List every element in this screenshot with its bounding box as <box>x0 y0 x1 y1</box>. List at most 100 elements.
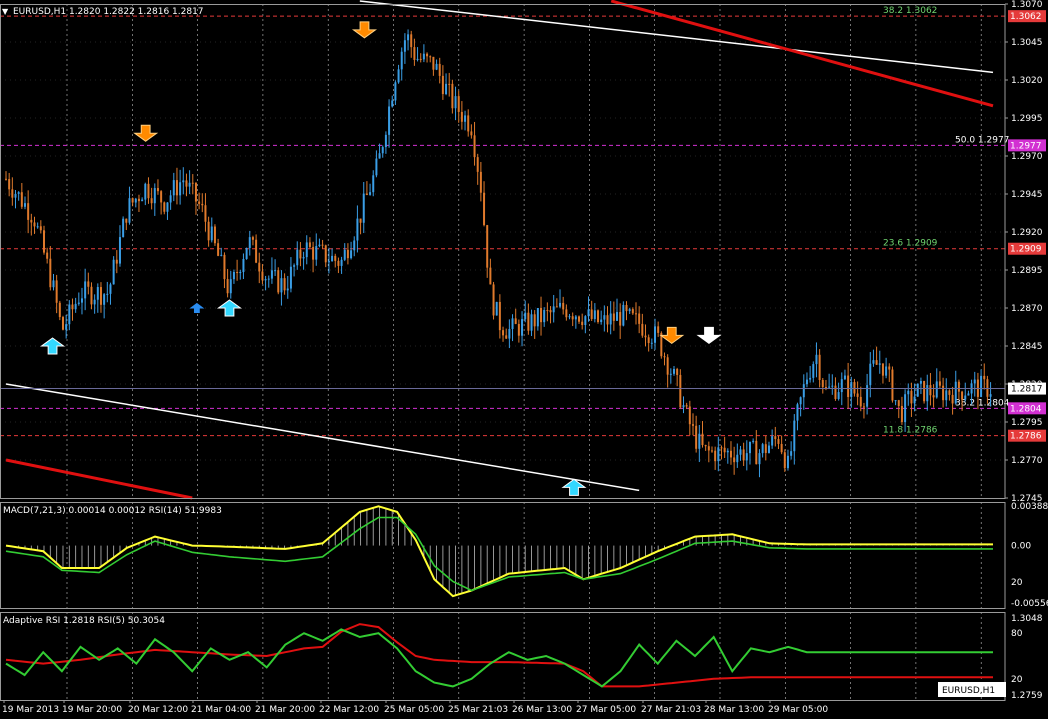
candle-body <box>517 323 520 336</box>
candle-body <box>33 222 36 227</box>
candle-body <box>217 243 220 256</box>
candle-body <box>926 385 929 402</box>
candle-body <box>786 455 789 469</box>
candle-body <box>312 246 315 260</box>
candle-body <box>141 199 144 202</box>
candle-body <box>777 439 780 444</box>
candle-body <box>103 294 106 305</box>
current-price-label: 1.2817 <box>1011 385 1043 395</box>
candle-body <box>334 255 337 261</box>
candle-body <box>910 390 913 404</box>
candle-body <box>52 280 55 288</box>
time-label-4: 21 Mar 20:00 <box>255 705 315 715</box>
candle-body <box>964 395 967 400</box>
candle-body <box>283 278 286 291</box>
candle-body <box>891 369 894 401</box>
candle-body <box>384 134 387 148</box>
candle-body <box>881 363 884 376</box>
candle-body <box>435 63 438 70</box>
candle-body <box>546 310 549 312</box>
candle-body <box>61 317 64 330</box>
candle-body <box>65 324 68 330</box>
candle-body <box>720 447 723 449</box>
price-label-8: 1.2870 <box>1011 304 1043 314</box>
candle-body <box>913 396 916 404</box>
candle-body <box>362 193 365 223</box>
candle-body <box>701 433 704 446</box>
price-label-0: 1.3070 <box>1011 0 1043 10</box>
candle-body <box>125 218 128 223</box>
candle-body <box>156 188 159 192</box>
candle-body <box>498 301 501 331</box>
candle-body <box>277 270 280 293</box>
candle-body <box>87 281 90 287</box>
candle-body <box>511 318 514 330</box>
candle-body <box>68 304 71 325</box>
candle-body <box>473 135 476 158</box>
candle-body <box>410 34 413 48</box>
candle-body <box>74 303 77 310</box>
price-label-7: 1.2895 <box>1011 266 1043 276</box>
candle-body <box>109 284 112 294</box>
candle-body <box>900 405 903 423</box>
candle-body <box>131 198 134 203</box>
candle-body <box>185 180 188 187</box>
candle-body <box>695 425 698 449</box>
candle-body <box>783 452 786 469</box>
candle-body <box>438 63 441 76</box>
fib-price-text-38.2: 1.3062 <box>1010 12 1042 22</box>
candle-body <box>251 237 254 240</box>
candle-body <box>790 451 793 456</box>
candle-body <box>293 265 296 267</box>
candle-body <box>122 218 125 238</box>
candle-body <box>850 382 853 398</box>
candle-body <box>23 203 26 207</box>
candle-body <box>565 309 568 318</box>
candle-body <box>723 447 726 453</box>
candle-body <box>967 393 970 396</box>
candle-body <box>710 450 713 452</box>
candle-body <box>894 400 897 402</box>
candle-body <box>350 250 353 259</box>
candle-body <box>194 182 197 202</box>
candle-body <box>11 189 14 198</box>
candle-body <box>14 193 17 198</box>
candle-body <box>451 83 454 109</box>
symbol-tag[interactable]: EURUSD,H1 <box>942 686 995 696</box>
candle-body <box>631 309 634 314</box>
candle-body <box>578 316 581 322</box>
chart-dropdown-icon[interactable]: ▼ <box>2 7 9 16</box>
candle-body <box>46 252 49 259</box>
candle-body <box>945 390 948 401</box>
candle-body <box>527 312 530 331</box>
candle-body <box>346 249 349 259</box>
candle-body <box>609 313 612 325</box>
candle-body <box>369 192 372 195</box>
fib-price-text-11.8: 1.2786 <box>1010 432 1042 442</box>
candle-body <box>128 198 131 223</box>
candle-body <box>840 379 843 393</box>
candle-body <box>169 195 172 203</box>
candle-body <box>375 158 378 176</box>
candle-body <box>590 309 593 319</box>
candle-body <box>619 312 622 326</box>
candle-body <box>464 115 467 122</box>
candle-body <box>147 183 150 199</box>
candle-body <box>622 304 625 326</box>
candle-body <box>793 420 796 452</box>
candle-body <box>115 259 118 264</box>
macd-axis-label-0: 0.00388 <box>1011 502 1048 512</box>
candle-body <box>755 440 758 465</box>
candle-body <box>327 261 330 263</box>
candle-body <box>704 445 707 447</box>
candle-body <box>584 316 587 325</box>
price-label-2: 1.3020 <box>1011 76 1043 86</box>
candle-body <box>270 270 273 279</box>
candle-body <box>935 381 938 398</box>
candle-body <box>796 404 799 421</box>
candle-body <box>201 203 204 206</box>
candle-body <box>460 111 463 122</box>
price-label-4: 1.2970 <box>1011 152 1043 162</box>
candle-body <box>432 56 435 70</box>
candle-body <box>99 287 102 305</box>
